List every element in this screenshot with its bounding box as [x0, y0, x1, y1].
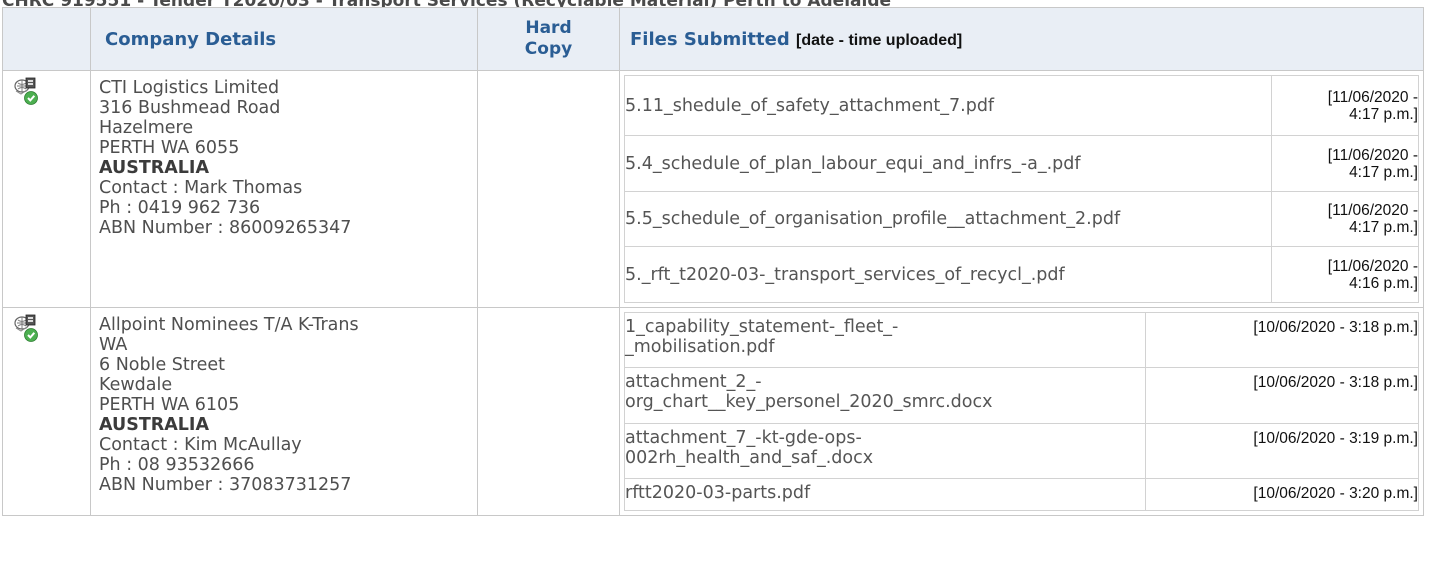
file-row: 5.4_schedule_of_plan_labour_equi_and_inf… [624, 135, 1419, 192]
file-date-line1: [11/06/2020 - [1327, 88, 1418, 106]
file-link[interactable]: attachment_7_-kt-gde-ops- 002rh_health_a… [623, 423, 1147, 479]
file-link[interactable]: rftt2020-03-parts.pdf [623, 478, 1147, 511]
header-hard-copy: Hard Copy [477, 7, 620, 71]
company-abn: ABN Number : 37083731257 [99, 475, 352, 495]
company-city: PERTH WA 6055 [99, 138, 240, 158]
file-link[interactable]: 5.5_schedule_of_organisation_profile__at… [624, 191, 1272, 247]
file-date-line2: 4:17 p.m.] [1349, 163, 1418, 181]
header-files-label: Files Submitted [630, 28, 790, 50]
file-row: 1_capability_statement-_fleet_- _mobilis… [623, 312, 1419, 368]
company-row: CTI Logistics Limited 316 Bushmead Road … [2, 70, 1424, 308]
submissions-table: Company Details Hard Copy Files Submitte… [2, 7, 1424, 516]
file-date-line2: 4:17 p.m.] [1349, 105, 1418, 123]
header-icon-col [2, 7, 91, 71]
files-list: 5.11_shedule_of_safety_attachment_7.pdf … [624, 75, 1419, 303]
file-upload-date: [11/06/2020 - 4:17 p.m.] [1270, 75, 1419, 136]
company-address: 6 Noble Street [99, 355, 225, 375]
files-cell: 5.11_shedule_of_safety_attachment_7.pdf … [619, 70, 1424, 308]
file-row: attachment_2_- org_chart__key_personel_2… [623, 367, 1419, 424]
company-details-cell: Allpoint Nominees T/A K-Trans WA 6 Noble… [90, 307, 478, 516]
company-phone: Ph : 08 93532666 [99, 455, 255, 475]
file-date-line2: 4:16 p.m.] [1349, 274, 1418, 292]
file-upload-date: [10/06/2020 - 3:18 p.m.] [1145, 312, 1419, 368]
file-link[interactable]: 5.11_shedule_of_safety_attachment_7.pdf [624, 75, 1272, 136]
header-company-details: Company Details [90, 7, 478, 71]
files-list: 1_capability_statement-_fleet_- _mobilis… [623, 312, 1419, 511]
file-name-line2: 002rh_health_and_saf_.docx [625, 448, 874, 468]
file-link[interactable]: attachment_2_- org_chart__key_personel_2… [623, 367, 1147, 424]
company-country: AUSTRALIA [99, 158, 209, 178]
server-check-icon [14, 77, 38, 105]
company-suburb: Hazelmere [99, 118, 194, 138]
file-row: 5.5_schedule_of_organisation_profile__at… [624, 191, 1419, 247]
file-link[interactable]: 5._rft_t2020-03-_transport_services_of_r… [624, 246, 1272, 303]
server-check-icon [14, 314, 38, 342]
file-link[interactable]: 1_capability_statement-_fleet_- _mobilis… [623, 312, 1147, 368]
company-phone: Ph : 0419 962 736 [99, 198, 261, 218]
file-name-line1: 1_capability_statement-_fleet_- [625, 317, 899, 337]
file-date-line1: [11/06/2020 - [1327, 257, 1418, 275]
file-date-line1: [11/06/2020 - [1327, 146, 1418, 164]
hard-copy-cell [477, 70, 620, 308]
company-name: CTI Logistics Limited [99, 78, 280, 98]
header-row: Company Details Hard Copy Files Submitte… [2, 7, 1424, 71]
header-hard-copy-line2: Copy [524, 39, 573, 59]
file-upload-date: [11/06/2020 - 4:17 p.m.] [1270, 191, 1419, 247]
company-name: Allpoint Nominees T/A K-Trans WA [99, 315, 359, 355]
file-name-line1: attachment_2_- [625, 372, 762, 392]
file-name-line1: attachment_7_-kt-gde-ops- [625, 428, 862, 448]
header-files-submitted: Files Submitted [date - time uploaded] [619, 7, 1424, 71]
file-upload-date: [10/06/2020 - 3:18 p.m.] [1145, 367, 1419, 424]
company-row: Allpoint Nominees T/A K-Trans WA 6 Noble… [2, 307, 1424, 516]
file-row: 5.11_shedule_of_safety_attachment_7.pdf … [624, 75, 1419, 136]
hard-copy-cell [477, 307, 620, 516]
company-suburb: Kewdale [99, 375, 173, 395]
file-upload-date: [10/06/2020 - 3:19 p.m.] [1145, 423, 1419, 479]
company-address: 316 Bushmead Road [99, 98, 281, 118]
file-upload-date: [11/06/2020 - 4:17 p.m.] [1270, 135, 1419, 192]
company-contact: Contact : Mark Thomas [99, 178, 303, 198]
file-date-line1: [11/06/2020 - [1327, 202, 1418, 219]
company-country: AUSTRALIA [99, 415, 209, 435]
file-name-line2: _mobilisation.pdf [625, 337, 775, 357]
file-row: 5._rft_t2020-03-_transport_services_of_r… [624, 246, 1419, 303]
company-abn: ABN Number : 86009265347 [99, 218, 352, 238]
header-files-sublabel: [date - time uploaded] [796, 31, 963, 49]
file-upload-date: [11/06/2020 - 4:16 p.m.] [1270, 246, 1419, 303]
file-upload-date: [10/06/2020 - 3:20 p.m.] [1145, 478, 1419, 511]
company-contact: Contact : Kim McAullay [99, 435, 302, 455]
company-details-cell: CTI Logistics Limited 316 Bushmead Road … [90, 70, 478, 308]
file-row: rftt2020-03-parts.pdf [10/06/2020 - 3:20… [623, 478, 1419, 511]
files-cell: 1_capability_statement-_fleet_- _mobilis… [619, 307, 1424, 516]
file-link[interactable]: 5.4_schedule_of_plan_labour_equi_and_inf… [624, 135, 1272, 192]
file-name-line2: org_chart__key_personel_2020_smrc.docx [625, 392, 993, 412]
company-city: PERTH WA 6105 [99, 395, 240, 415]
header-hard-copy-line1: Hard [525, 18, 572, 38]
status-icon-cell [2, 307, 91, 516]
status-icon-cell [2, 70, 91, 308]
file-row: attachment_7_-kt-gde-ops- 002rh_health_a… [623, 423, 1419, 479]
file-date-line2: 4:17 p.m.] [1349, 219, 1418, 236]
